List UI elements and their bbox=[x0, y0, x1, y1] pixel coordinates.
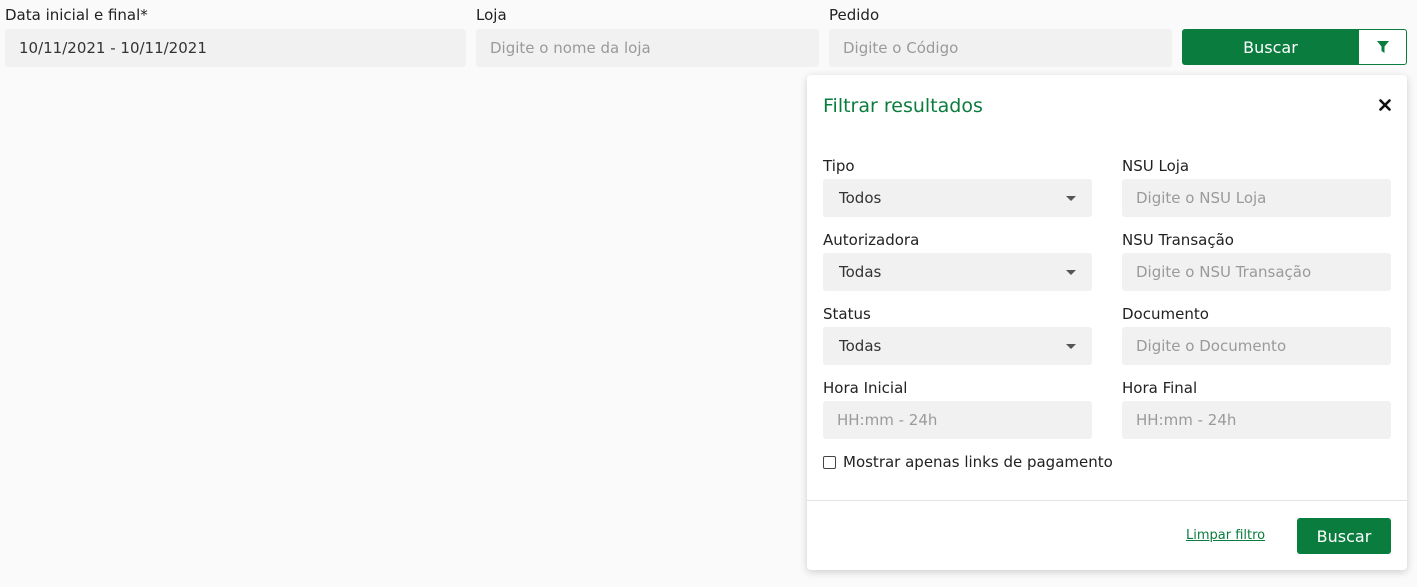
filter-panel-title: Filtrar resultados bbox=[823, 95, 983, 117]
store-input[interactable]: Digite o nome da loja bbox=[476, 29, 819, 67]
payment-links-checkbox[interactable] bbox=[823, 455, 836, 469]
search-button[interactable]: Buscar bbox=[1182, 29, 1359, 65]
filter-panel: Filtrar resultados Tipo Todos NSU Loja D… bbox=[807, 75, 1407, 570]
status-label: Status bbox=[823, 305, 871, 323]
tipo-select-value: Todos bbox=[839, 189, 882, 207]
nsu-transacao-input[interactable]: Digite o NSU Transação bbox=[1122, 253, 1391, 291]
chevron-down-icon bbox=[1066, 195, 1076, 201]
nsu-transacao-label: NSU Transação bbox=[1122, 231, 1234, 249]
order-label: Pedido bbox=[829, 6, 880, 24]
status-select-value: Todas bbox=[839, 337, 882, 355]
chevron-down-icon bbox=[1066, 269, 1076, 275]
nsu-loja-input[interactable]: Digite o NSU Loja bbox=[1122, 179, 1391, 217]
clear-filter-link[interactable]: Limpar filtro bbox=[1186, 528, 1265, 543]
tipo-label: Tipo bbox=[823, 157, 855, 175]
date-range-label: Data inicial e final* bbox=[5, 6, 148, 24]
autorizadora-label: Autorizadora bbox=[823, 231, 920, 249]
hora-final-label: Hora Final bbox=[1122, 379, 1198, 397]
hora-inicial-label: Hora Inicial bbox=[823, 379, 908, 397]
status-select[interactable]: Todas bbox=[823, 327, 1092, 365]
documento-input[interactable]: Digite o Documento bbox=[1122, 327, 1391, 365]
autorizadora-select-value: Todas bbox=[839, 263, 882, 281]
hora-inicial-input[interactable]: HH:mm - 24h bbox=[823, 401, 1092, 439]
payment-links-checkbox-label: Mostrar apenas links de pagamento bbox=[843, 453, 1113, 471]
panel-divider bbox=[807, 500, 1407, 501]
filter-toggle-button[interactable] bbox=[1358, 29, 1407, 65]
payment-links-checkbox-row[interactable]: Mostrar apenas links de pagamento bbox=[823, 453, 1113, 471]
nsu-loja-label: NSU Loja bbox=[1122, 157, 1190, 175]
close-button[interactable] bbox=[1377, 97, 1393, 113]
tipo-select[interactable]: Todos bbox=[823, 179, 1092, 217]
autorizadora-select[interactable]: Todas bbox=[823, 253, 1092, 291]
close-icon bbox=[1379, 99, 1391, 111]
panel-search-button[interactable]: Buscar bbox=[1297, 518, 1391, 554]
chevron-down-icon bbox=[1066, 343, 1076, 349]
filter-icon bbox=[1376, 41, 1389, 53]
store-label: Loja bbox=[476, 6, 507, 24]
order-input[interactable]: Digite o Código bbox=[829, 29, 1172, 67]
hora-final-input[interactable]: HH:mm - 24h bbox=[1122, 401, 1391, 439]
date-range-input[interactable]: 10/11/2021 - 10/11/2021 bbox=[5, 29, 466, 67]
documento-label: Documento bbox=[1122, 305, 1209, 323]
